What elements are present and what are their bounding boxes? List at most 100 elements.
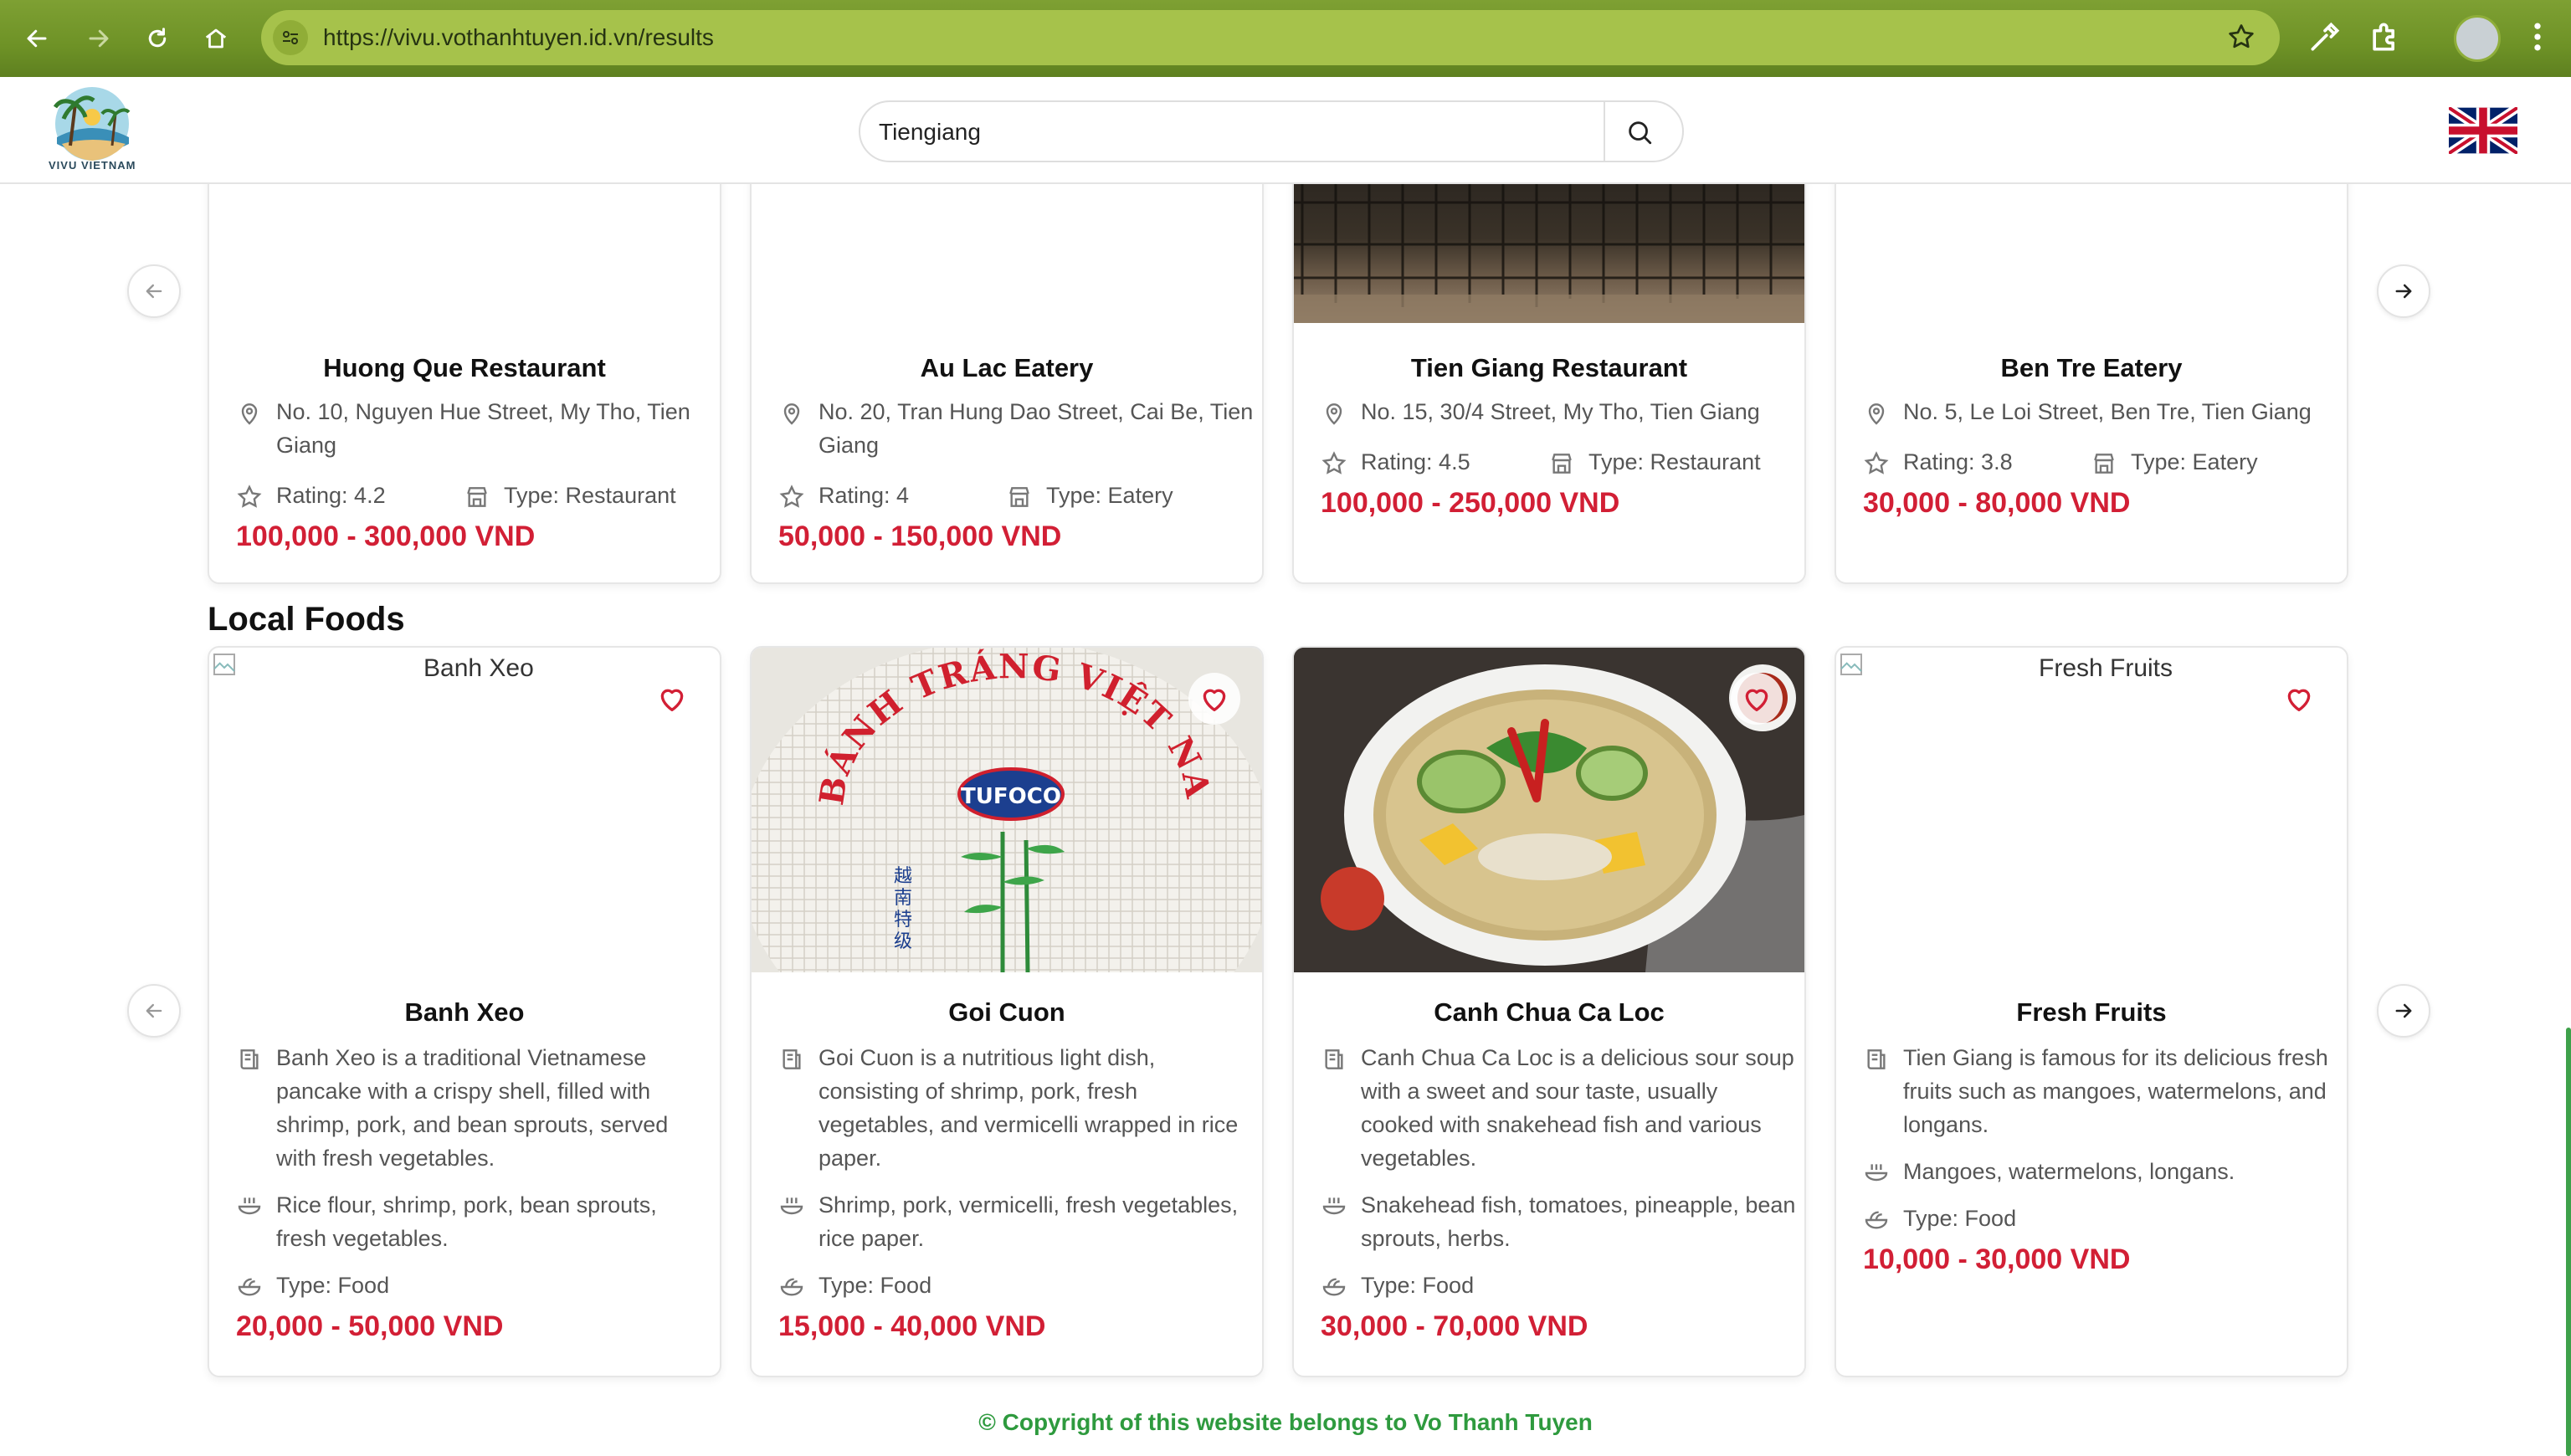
restaurant-price: 100,000 - 250,000 VND bbox=[1321, 487, 1620, 519]
home-icon bbox=[205, 28, 227, 49]
restaurant-type: Type: Restaurant bbox=[1588, 449, 1761, 474]
food-ingredients: Rice flour, shrimp, pork, bean sprouts, … bbox=[276, 1192, 657, 1251]
home-button[interactable] bbox=[196, 18, 236, 59]
extensions-icon[interactable] bbox=[2367, 18, 2404, 59]
food-name: Goi Cuon bbox=[948, 997, 1065, 1027]
favorite-button[interactable] bbox=[1731, 673, 1783, 725]
food-image: BÁNH TRÁNG VIỆT NAM TUFOCO 越南特级 bbox=[752, 648, 1262, 972]
favorite-button[interactable] bbox=[2273, 673, 2325, 725]
location-pin-icon bbox=[783, 403, 800, 425]
restaurants-prev-button[interactable] bbox=[127, 264, 181, 318]
food-type: Type: Food bbox=[819, 1273, 932, 1298]
store-icon bbox=[1009, 487, 1029, 507]
salad-icon bbox=[1865, 1211, 1888, 1229]
star-icon bbox=[237, 484, 262, 508]
search-divider bbox=[1604, 102, 1605, 161]
url-text[interactable]: https://vivu.vothanhtuyen.id.vn/results bbox=[323, 10, 714, 65]
restaurant-card[interactable]: Au Lac Eatery No. 20, Tran Hung Dao Stre… bbox=[750, 167, 1264, 584]
footer-copyright: © Copyright of this website belongs to V… bbox=[978, 1409, 1593, 1435]
star-icon bbox=[1864, 451, 1889, 474]
arrow-right-icon bbox=[2395, 284, 2412, 299]
foods-next-button[interactable] bbox=[2377, 984, 2430, 1038]
menu-book-icon bbox=[783, 1049, 801, 1069]
restaurant-card[interactable]: Huong Que Restaurant No. 10, Nguyen Hue … bbox=[208, 167, 721, 584]
food-description: Goi Cuon is a nutritious light dish, con… bbox=[819, 1045, 1239, 1171]
back-button[interactable] bbox=[17, 18, 57, 59]
restaurant-name: Au Lac Eatery bbox=[920, 353, 1094, 382]
restaurant-type: Type: Eatery bbox=[1046, 483, 1173, 508]
restaurant-card[interactable]: Ben Tre Eatery No. 5, Le Loi Street, Ben… bbox=[1835, 167, 2348, 584]
food-ingredients: Mangoes, watermelons, longans. bbox=[1903, 1159, 2235, 1184]
heart-icon bbox=[1745, 689, 1768, 711]
restaurant-address: No. 10, Nguyen Hue Street, My Tho, Tien … bbox=[276, 399, 690, 458]
heart-icon bbox=[1203, 689, 1226, 711]
restaurant-price: 50,000 - 150,000 VND bbox=[778, 520, 1062, 552]
food-card[interactable]: Canh Chua Ca Loc Canh Chua Ca Loc is a d… bbox=[1292, 646, 1806, 1377]
food-name: Fresh Fruits bbox=[2016, 997, 2167, 1027]
browser-toolbar: https://vivu.vothanhtuyen.id.vn/results bbox=[0, 0, 2571, 77]
arrow-left-icon bbox=[27, 29, 47, 48]
salad-icon bbox=[238, 1278, 261, 1296]
food-type: Type: Food bbox=[1361, 1273, 1475, 1298]
eyedropper-icon[interactable] bbox=[2307, 18, 2343, 59]
arrow-right-icon bbox=[89, 29, 109, 48]
food-price: 30,000 - 70,000 VND bbox=[1321, 1310, 1588, 1342]
restaurant-address: No. 15, 30/4 Street, My Tho, Tien Giang bbox=[1361, 399, 1760, 424]
menu-book-icon bbox=[240, 1049, 259, 1069]
food-card[interactable]: Fresh Fruits Fresh Fruits Tien Giang is … bbox=[1835, 646, 2348, 1377]
food-description: Tien Giang is famous for its delicious f… bbox=[1903, 1045, 2328, 1137]
forward-button[interactable] bbox=[79, 18, 119, 59]
food-type: Type: Food bbox=[1903, 1206, 2017, 1231]
store-icon bbox=[467, 487, 487, 507]
restaurant-type: Type: Restaurant bbox=[504, 483, 676, 508]
menu-book-icon bbox=[1325, 1049, 1343, 1069]
reload-icon bbox=[148, 28, 167, 48]
site-info-icon[interactable] bbox=[273, 20, 308, 55]
heart-icon bbox=[660, 689, 684, 711]
food-card[interactable]: BÁNH TRÁNG VIỆT NAM TUFOCO 越南特级 Goi Cuon… bbox=[750, 646, 1264, 1377]
address-bar[interactable]: https://vivu.vothanhtuyen.id.vn/results bbox=[261, 10, 2280, 65]
food-name: Banh Xeo bbox=[404, 997, 525, 1027]
heart-icon bbox=[2287, 689, 2311, 711]
arrow-right-icon bbox=[2395, 1003, 2412, 1018]
broken-image-icon bbox=[213, 654, 235, 675]
arrow-left-icon bbox=[146, 284, 162, 299]
store-icon bbox=[2094, 454, 2114, 474]
bookmark-star-icon[interactable] bbox=[2226, 22, 2256, 56]
page-scrollbar[interactable] bbox=[2566, 1028, 2571, 1456]
foods-prev-button[interactable] bbox=[127, 984, 181, 1038]
food-price: 20,000 - 50,000 VND bbox=[236, 1310, 504, 1342]
browser-menu-icon[interactable] bbox=[2519, 18, 2556, 59]
profile-avatar[interactable] bbox=[2454, 15, 2501, 62]
location-pin-icon bbox=[1868, 403, 1885, 425]
bowl-icon bbox=[1865, 1164, 1888, 1182]
restaurant-photo bbox=[1294, 169, 1804, 323]
restaurant-card[interactable]: Tien Giang Restaurant No. 15, 30/4 Stree… bbox=[1292, 167, 1806, 584]
salad-icon bbox=[780, 1278, 803, 1296]
search-icon bbox=[1629, 121, 1652, 145]
reload-button[interactable] bbox=[137, 18, 177, 59]
search-input[interactable] bbox=[879, 114, 1615, 151]
uk-flag-language-button[interactable] bbox=[2445, 104, 2521, 157]
favorite-button[interactable] bbox=[1188, 673, 1240, 725]
restaurant-address: No. 20, Tran Hung Dao Street, Cai Be, Ti… bbox=[819, 399, 1254, 458]
restaurant-name: Ben Tre Eatery bbox=[2000, 353, 2183, 382]
star-icon bbox=[1321, 451, 1347, 474]
bowl-icon bbox=[1322, 1197, 1346, 1215]
salad-icon bbox=[1322, 1278, 1346, 1296]
food-image-broken: Banh Xeo bbox=[209, 648, 720, 972]
svg-text:南: 南 bbox=[894, 888, 912, 909]
food-card[interactable]: Banh Xeo Banh Xeo Banh Xeo is a traditio… bbox=[208, 646, 721, 1377]
svg-text:特: 特 bbox=[894, 910, 912, 931]
food-image-alt: Fresh Fruits bbox=[2039, 654, 2173, 682]
search-button[interactable] bbox=[1614, 109, 1665, 156]
search-bar bbox=[859, 100, 1684, 162]
svg-text:越: 越 bbox=[894, 866, 912, 887]
food-name: Canh Chua Ca Loc bbox=[1434, 997, 1665, 1027]
restaurants-next-button[interactable] bbox=[2377, 264, 2430, 318]
food-price: 10,000 - 30,000 VND bbox=[1863, 1243, 2131, 1275]
food-price: 15,000 - 40,000 VND bbox=[778, 1310, 1046, 1342]
favorite-button[interactable] bbox=[646, 673, 698, 725]
food-ingredients: Snakehead fish, tomatoes, pineapple, bea… bbox=[1361, 1192, 1796, 1251]
bowl-icon bbox=[238, 1197, 261, 1215]
